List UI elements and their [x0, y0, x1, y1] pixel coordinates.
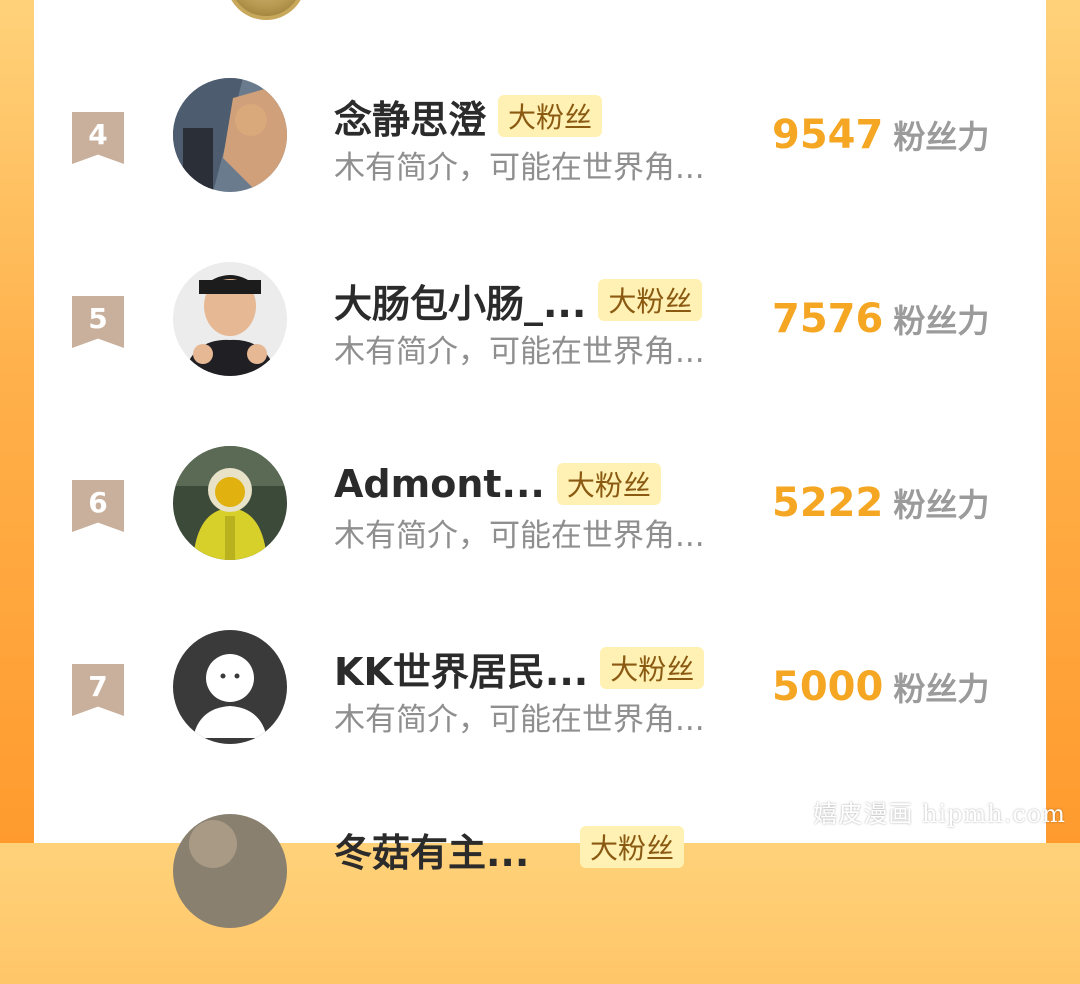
user-bio: 木有简介，可能在世界角... [334, 150, 705, 186]
list-item[interactable]: 4 念静思澄 大粉丝 木有简介，可能在世界角... 9547 粉丝力 [34, 78, 1046, 248]
fan-level-badge: 大粉丝 [556, 463, 661, 505]
list-item[interactable]: 冬菇有主... 大粉丝 [34, 814, 1046, 984]
score-unit: 粉丝力 [893, 302, 990, 340]
score-value: 5000 [772, 664, 884, 710]
rank-badge: 5 [72, 296, 124, 348]
avatar[interactable] [173, 78, 287, 192]
user-name[interactable]: 念静思澄 [334, 89, 486, 144]
fan-level-badge: 大粉丝 [598, 279, 703, 321]
avatar[interactable] [173, 262, 287, 376]
score-unit: 粉丝力 [893, 670, 990, 708]
user-name[interactable]: 冬菇有主... [334, 822, 529, 877]
fan-level-badge: 大粉丝 [498, 95, 603, 137]
avatar[interactable] [173, 814, 287, 928]
fan-power-score: 7576 粉丝力 [772, 296, 989, 342]
score-unit: 粉丝力 [893, 486, 990, 524]
avatar[interactable] [173, 446, 287, 560]
score-value: 7576 [772, 296, 884, 342]
avatar-rank-3-partial[interactable] [226, 0, 306, 20]
rank-badge: 4 [72, 112, 124, 164]
user-bio: 木有简介，可能在世界角... [334, 334, 705, 370]
user-name[interactable]: KK世界居民... [334, 641, 588, 696]
default-avatar[interactable] [173, 630, 287, 744]
score-value: 9547 [772, 112, 884, 158]
user-bio: 木有简介，可能在世界角... [334, 702, 705, 738]
ranking-panel: 4 念静思澄 大粉丝 木有简介，可能在世界角... 9547 粉丝力 5 大肠包… [34, 0, 1046, 928]
fan-power-score: 5000 粉丝力 [772, 664, 989, 710]
rank-badge: 7 [72, 664, 124, 716]
fan-power-score: 9547 粉丝力 [772, 112, 989, 158]
rank-badge: 6 [72, 480, 124, 532]
score-unit: 粉丝力 [893, 118, 990, 156]
list-item[interactable]: 7 KK世界居民... 大粉丝 木有简介，可能在世界角... 5000 粉丝力 [34, 630, 1046, 800]
fan-power-score: 5222 粉丝力 [772, 480, 989, 526]
fan-level-badge: 大粉丝 [600, 647, 705, 689]
list-item[interactable]: 5 大肠包小肠_... 大粉丝 木有简介，可能在世界角... 7576 粉丝力 [34, 262, 1046, 432]
fan-level-badge: 大粉丝 [580, 826, 685, 868]
user-bio: 木有简介，可能在世界角... [334, 518, 705, 554]
user-name[interactable]: 大肠包小肠_... [334, 273, 586, 328]
score-value: 5222 [772, 480, 884, 526]
user-name[interactable]: Admont... [334, 462, 545, 506]
watermark: 嬉皮漫画 hipmh.com [813, 800, 1066, 828]
list-item[interactable]: 6 Admont... 大粉丝 木有简介，可能在世界角... 5222 粉丝力 [34, 446, 1046, 616]
